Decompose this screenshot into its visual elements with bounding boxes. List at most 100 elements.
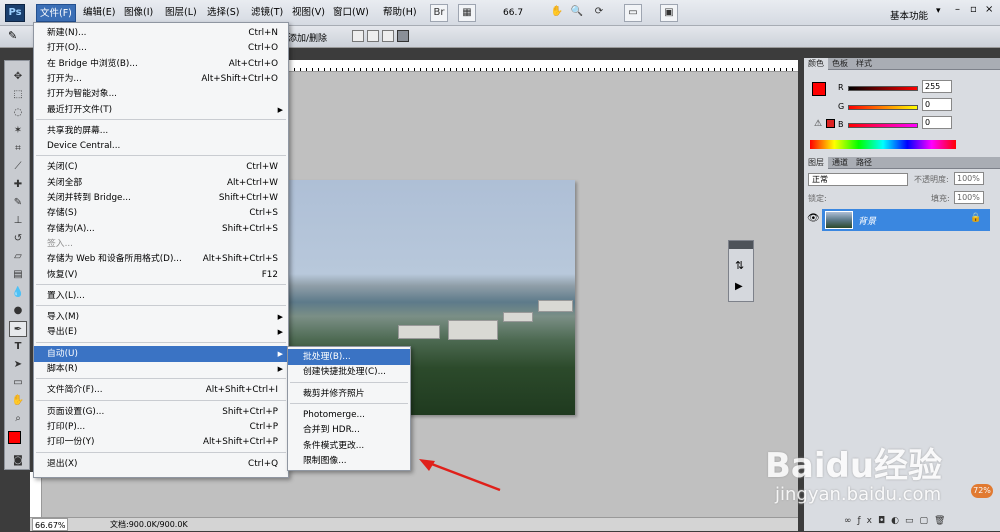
layer-visibility-eye-icon[interactable]: 👁: [807, 213, 820, 224]
zoom-tool-icon[interactable]: ⌕: [9, 411, 27, 427]
file-menu-item[interactable]: 共享我的屏幕...: [34, 123, 288, 139]
zoom-readout[interactable]: 66.7: [503, 8, 523, 18]
dock-header[interactable]: [729, 241, 753, 249]
file-menu-item[interactable]: 关闭全部 Alt+Ctrl+W: [34, 175, 288, 191]
workspace-dropdown-icon[interactable]: ▾: [936, 6, 941, 16]
tab-swatches[interactable]: 色板: [828, 58, 852, 70]
tab-layers[interactable]: 图层: [804, 157, 828, 169]
channel-r-slider[interactable]: [848, 86, 918, 91]
file-menu-item[interactable]: 关闭并转到 Bridge... Shift+Ctrl+W: [34, 190, 288, 206]
color-spectrum-bar[interactable]: [810, 140, 956, 149]
file-menu-item[interactable]: 打开为智能对象...: [34, 86, 288, 102]
vertical-ruler[interactable]: [30, 472, 42, 517]
zoom-tool-icon[interactable]: 🔍: [568, 4, 586, 22]
channel-b-value[interactable]: 0: [922, 116, 952, 129]
tab-channels[interactable]: 通道: [828, 157, 852, 169]
automate-menu-item[interactable]: 批处理(B)...: [288, 349, 410, 365]
add-delete-label[interactable]: 添加/删除: [288, 31, 327, 44]
automate-menu-item[interactable]: 合并到 HDR...: [288, 422, 410, 438]
automate-menu-item[interactable]: 创建快捷批处理(C)...: [288, 364, 410, 380]
gamut-color-swatch[interactable]: [826, 119, 835, 128]
file-menu-item[interactable]: Device Central...: [34, 138, 288, 154]
hand-tool-icon[interactable]: ✋: [548, 4, 566, 22]
file-menu-item[interactable]: 退出(X) Ctrl+Q: [34, 456, 288, 472]
gamut-warning-icon[interactable]: ⚠: [814, 119, 822, 129]
eraser-tool-icon[interactable]: ▱: [9, 249, 27, 265]
bridge-icon[interactable]: Br: [430, 4, 448, 22]
move-tool-icon[interactable]: ✥: [9, 69, 27, 85]
file-menu-item[interactable]: 恢复(V) F12: [34, 267, 288, 283]
screen-mode-icon[interactable]: ▣: [660, 4, 678, 22]
automate-menu-item[interactable]: 裁剪并修齐照片: [288, 386, 410, 402]
file-menu-item[interactable]: 最近打开文件(T) ▶: [34, 102, 288, 118]
blur-tool-icon[interactable]: 💧: [9, 285, 27, 301]
file-menu-item[interactable]: 打印一份(Y) Alt+Shift+Ctrl+P: [34, 434, 288, 450]
tab-paths[interactable]: 路径: [852, 157, 876, 169]
menu-window[interactable]: 窗口(W): [330, 4, 372, 22]
horizontal-ruler[interactable]: [288, 60, 798, 72]
foreground-color-swatch[interactable]: [8, 431, 21, 444]
maximize-button[interactable]: ▫: [970, 4, 977, 15]
menu-file[interactable]: 文件(F): [36, 4, 76, 22]
channel-r-value[interactable]: 255: [922, 80, 952, 93]
healing-brush-tool-icon[interactable]: ✚: [9, 177, 27, 193]
document-size-info[interactable]: 文档:900.0K/900.0K: [110, 518, 188, 531]
tool-preset-icon[interactable]: ✎: [8, 29, 26, 45]
collapsed-panel-dock[interactable]: ⇅ ▶: [728, 240, 754, 302]
magic-wand-tool-icon[interactable]: ✶: [9, 123, 27, 139]
menu-view[interactable]: 视图(V): [289, 4, 328, 22]
quick-mask-icon[interactable]: ◙: [9, 453, 27, 469]
file-menu-item[interactable]: 页面设置(G)... Shift+Ctrl+P: [34, 404, 288, 420]
dodge-tool-icon[interactable]: ●: [9, 303, 27, 319]
file-menu-item[interactable]: 在 Bridge 中浏览(B)... Alt+Ctrl+O: [34, 56, 288, 72]
file-menu-item[interactable]: 存储(S) Ctrl+S: [34, 205, 288, 221]
file-menu-item[interactable]: 置入(L)...: [34, 288, 288, 304]
zoom-field[interactable]: 66.67%: [32, 518, 68, 531]
marquee-tool-icon[interactable]: ⬚: [9, 87, 27, 103]
automate-menu-item[interactable]: 条件模式更改...: [288, 438, 410, 454]
automate-menu-item[interactable]: 限制图像...: [288, 453, 410, 469]
path-mode-add-icon[interactable]: [367, 30, 379, 42]
history-brush-tool-icon[interactable]: ↺: [9, 231, 27, 247]
file-menu-item[interactable]: 存储为(A)... Shift+Ctrl+S: [34, 221, 288, 237]
layer-name[interactable]: 背景: [858, 214, 876, 227]
eyedropper-tool-icon[interactable]: ⟋: [9, 159, 27, 175]
fill-field[interactable]: 100%: [954, 191, 984, 204]
lasso-tool-icon[interactable]: ◌: [9, 105, 27, 121]
tab-styles[interactable]: 样式: [852, 58, 876, 70]
opacity-field[interactable]: 100%: [954, 172, 984, 185]
path-mode-subtract-icon[interactable]: [382, 30, 394, 42]
color-panel-foreground[interactable]: [812, 82, 826, 96]
path-mode-new-icon[interactable]: [352, 30, 364, 42]
file-menu-item[interactable]: 导出(E) ▶: [34, 324, 288, 340]
minimize-button[interactable]: –: [955, 4, 960, 15]
automate-menu-item[interactable]: Photomerge...: [288, 407, 410, 423]
menu-help[interactable]: 帮助(H): [380, 4, 420, 22]
channel-g-slider[interactable]: [848, 105, 918, 110]
file-menu-item[interactable]: 打开(O)... Ctrl+O: [34, 40, 288, 56]
path-selection-tool-icon[interactable]: ➤: [9, 357, 27, 373]
file-menu-item[interactable]: 新建(N)... Ctrl+N: [34, 25, 288, 41]
hand-tool-icon[interactable]: ✋: [9, 393, 27, 409]
tab-color[interactable]: 颜色: [804, 58, 828, 70]
menu-image[interactable]: 图像(I): [121, 4, 156, 22]
shape-tool-icon[interactable]: ▭: [9, 375, 27, 391]
file-menu-item[interactable]: 导入(M) ▶: [34, 309, 288, 325]
pen-tool-icon[interactable]: ✒: [9, 321, 27, 337]
rotate-view-icon[interactable]: ⟳: [590, 4, 608, 22]
layer-row-background[interactable]: 背景 🔒: [822, 209, 990, 231]
file-menu-item[interactable]: 文件简介(F)... Alt+Shift+Ctrl+I: [34, 382, 288, 398]
view-extras-icon[interactable]: ▦: [458, 4, 476, 22]
gradient-tool-icon[interactable]: ▤: [9, 267, 27, 283]
file-menu-item[interactable]: 关闭(C) Ctrl+W: [34, 159, 288, 175]
file-menu-item[interactable]: 打开为... Alt+Shift+Ctrl+O: [34, 71, 288, 87]
menu-layer[interactable]: 图层(L): [162, 4, 200, 22]
channel-b-slider[interactable]: [848, 123, 918, 128]
brush-tool-icon[interactable]: ✎: [9, 195, 27, 211]
menu-select[interactable]: 选择(S): [204, 4, 242, 22]
channel-g-value[interactable]: 0: [922, 98, 952, 111]
file-menu-item[interactable]: 脚本(R) ▶: [34, 361, 288, 377]
layers-footer-icons[interactable]: ∞ƒx◘◐▭▢🗑: [844, 516, 951, 526]
file-menu-item[interactable]: 存储为 Web 和设备所用格式(D)... Alt+Shift+Ctrl+S: [34, 251, 288, 267]
crop-tool-icon[interactable]: ⌗: [9, 141, 27, 157]
